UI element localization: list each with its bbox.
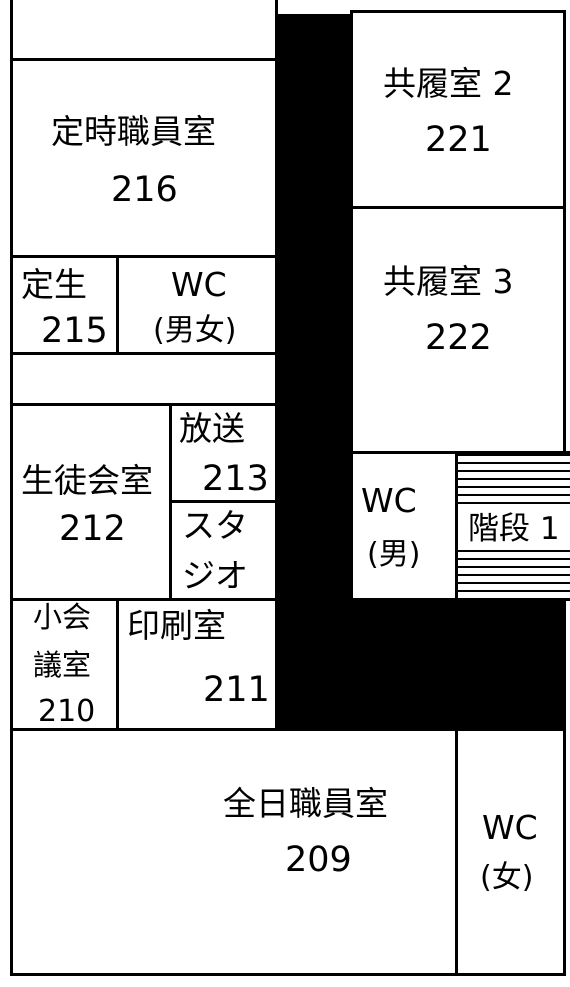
- room-211: 印刷室 211: [116, 598, 278, 731]
- unlabeled-space-top: [10, 0, 278, 61]
- room-215-name: 定生: [21, 265, 87, 304]
- room-222-name: 共履室 3: [383, 262, 514, 301]
- room-222: 共履室 3 222: [350, 206, 566, 455]
- room-222-number: 222: [425, 318, 492, 358]
- room-209-number: 209: [285, 840, 352, 880]
- room-209: 全日職員室 209: [10, 728, 459, 976]
- studio-line1: スタ: [182, 506, 248, 545]
- room-213: 放送 213: [169, 403, 278, 503]
- room-wc-female: WC (女): [455, 728, 566, 976]
- wc-male-sub: (男): [367, 537, 421, 572]
- room-studio: スタ ジオ: [169, 500, 278, 601]
- wc-mixed-name: WC: [171, 265, 227, 304]
- room-221-number: 221: [425, 120, 492, 160]
- room-210-number: 210: [38, 694, 96, 729]
- stairs-treads-top: [458, 454, 570, 504]
- room-210-line1: 小会: [33, 600, 92, 634]
- room-210: 小会 議室 210: [10, 598, 120, 731]
- room-211-name: 印刷室: [127, 606, 226, 645]
- studio-line2: ジオ: [182, 556, 248, 595]
- room-wc-male: WC (男): [350, 451, 459, 601]
- room-212-name: 生徒会室: [21, 461, 153, 500]
- room-209-name: 全日職員室: [223, 784, 388, 823]
- wc-female-sub: (女): [480, 860, 534, 895]
- room-212: 生徒会室 212: [10, 403, 172, 601]
- room-221-name: 共履室 2: [383, 64, 514, 103]
- room-212-number: 212: [59, 509, 126, 549]
- corridor-wall-lower: [276, 598, 566, 730]
- room-210-line2: 議室: [33, 648, 92, 682]
- room-216: 定時職員室 216: [10, 58, 278, 258]
- room-221: 共履室 2 221: [350, 10, 566, 210]
- room-wc-mixed: WC (男女): [116, 255, 278, 355]
- room-216-number: 216: [111, 170, 178, 210]
- room-213-name: 放送: [179, 409, 245, 448]
- wc-mixed-sub: (男女): [153, 313, 237, 348]
- room-211-number: 211: [203, 670, 270, 710]
- wc-male-name: WC: [361, 481, 417, 520]
- room-216-name: 定時職員室: [51, 112, 216, 151]
- stairs-treads-bottom: [458, 550, 570, 600]
- stairs-1-label: 階段 1: [468, 511, 560, 547]
- room-215: 定生 215: [10, 255, 120, 355]
- room-215-number: 215: [41, 311, 108, 351]
- unlabeled-space-middle: [10, 352, 278, 406]
- room-213-number: 213: [202, 459, 269, 499]
- stairs-1: 階段 1: [455, 451, 570, 601]
- floor-plan: 定時職員室 216 定生 215 WC (男女) 生徒会室 212 放送 213…: [0, 0, 570, 987]
- wc-female-name: WC: [482, 808, 538, 847]
